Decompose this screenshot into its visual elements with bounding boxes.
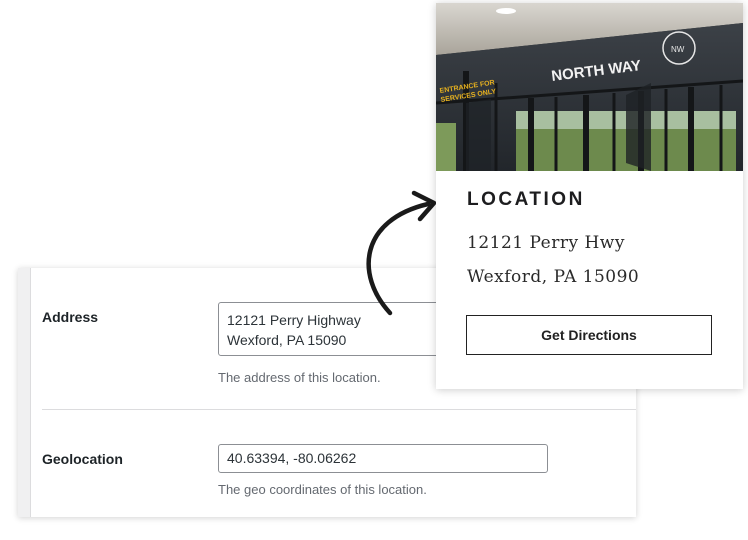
- panel-left-bar: [18, 268, 31, 517]
- location-card: NORTH WAY ENTRANCE FOR SERVICES ONLY NW …: [436, 3, 743, 389]
- card-address-line2: Wexford, PA 15090: [467, 267, 640, 287]
- geolocation-input[interactable]: 40.63394, -80.06262: [218, 444, 548, 473]
- geolocation-description: The geo coordinates of this location.: [218, 482, 427, 497]
- address-label: Address: [42, 309, 99, 325]
- geolocation-label: Geolocation: [42, 451, 123, 467]
- card-address-line1: 12121 Perry Hwy: [467, 233, 625, 253]
- photo-logo-text: NW: [671, 45, 685, 54]
- card-heading: LOCATION: [467, 189, 585, 210]
- building-entrance-photo: NORTH WAY ENTRANCE FOR SERVICES ONLY NW: [436, 3, 743, 171]
- geolocation-row: Geolocation 40.63394, -80.06262 The geo …: [42, 410, 636, 517]
- get-directions-button[interactable]: Get Directions: [466, 315, 712, 355]
- address-description: The address of this location.: [218, 370, 381, 385]
- geolocation-value: 40.63394, -80.06262: [227, 450, 357, 466]
- curved-arrow-icon: [366, 190, 437, 316]
